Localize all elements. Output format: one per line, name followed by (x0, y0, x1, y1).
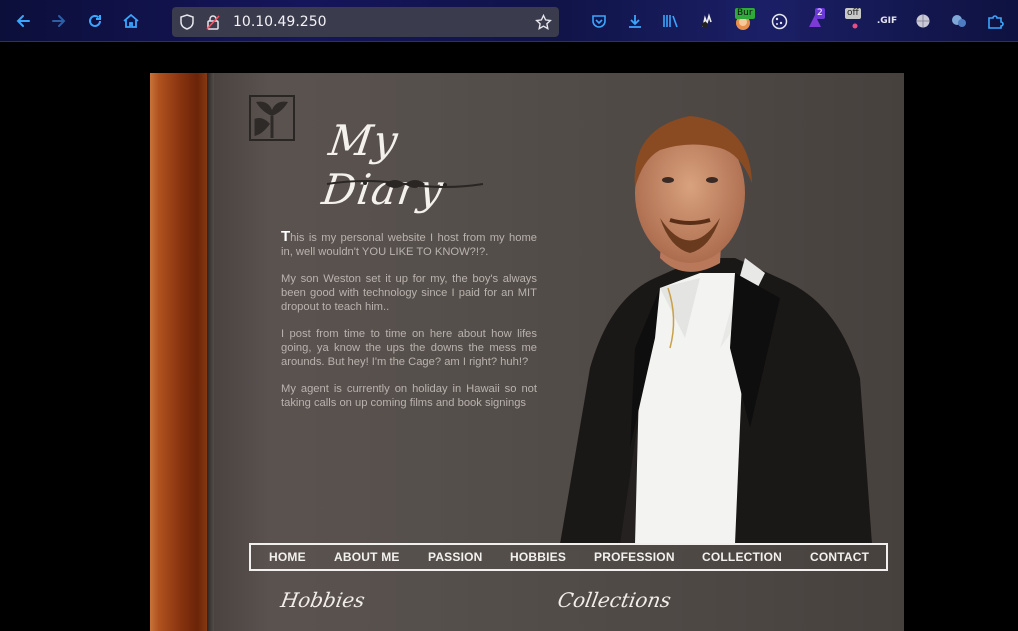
lock-insecure-icon[interactable] (204, 12, 222, 32)
extension-hand-icon[interactable] (697, 11, 717, 31)
intro-text: This is my personal website I host from … (281, 228, 537, 423)
hobbies-heading: Hobbies (278, 588, 367, 612)
shield-icon[interactable] (178, 12, 196, 32)
bookmark-star-icon[interactable] (534, 12, 552, 32)
off-toggle-extension-icon[interactable]: off (843, 8, 863, 31)
burp-badge: Bur (735, 8, 755, 19)
library-icon[interactable] (661, 11, 681, 31)
pocket-icon[interactable] (589, 11, 609, 31)
intro-p4: My agent is currently on holiday in Hawa… (281, 383, 537, 409)
home-icon[interactable] (119, 9, 143, 33)
intro-p2: My son Weston set it up for my, the boy'… (281, 273, 537, 313)
nav-home[interactable]: HOME (269, 550, 306, 564)
counter-badge: 2 (815, 8, 825, 19)
url-bar[interactable]: 10.10.49.250 (172, 7, 559, 37)
portrait-image (560, 116, 872, 544)
nav-contact[interactable]: CONTACT (810, 550, 869, 564)
wappalyzer-icon[interactable] (949, 11, 969, 31)
intro-p1: his is my personal website I host from m… (281, 232, 537, 258)
url-text[interactable]: 10.10.49.250 (233, 14, 327, 30)
gif-label: .GIF (876, 16, 898, 26)
dropcap: T (281, 228, 291, 245)
intro-paragraph: This is my personal website I host from … (281, 228, 537, 259)
reload-icon[interactable] (83, 9, 107, 33)
cookie-icon[interactable] (769, 11, 789, 31)
intro-p3: I post from time to time on here about h… (281, 328, 537, 368)
off-badge: off (845, 8, 861, 19)
burp-extension-icon[interactable]: Bur (733, 8, 755, 31)
gif-extension-icon[interactable]: .GIF (877, 11, 897, 31)
extensions-puzzle-icon[interactable] (985, 11, 1005, 31)
nav-passion[interactable]: PASSION (428, 550, 483, 564)
corner-ornament-icon (249, 95, 295, 141)
download-icon[interactable] (625, 11, 645, 31)
nav-collection[interactable]: COLLECTION (702, 550, 782, 564)
browser-toolbar: 10.10.49.250 Bur 2 off .GIF (0, 0, 1018, 42)
main-nav: HOME ABOUT ME PASSION HOBBIES PROFESSION… (249, 543, 888, 571)
book-spine (150, 73, 209, 631)
collections-heading: Collections (555, 588, 673, 612)
title-flourish-icon (326, 180, 484, 188)
site-title: My Diary (319, 116, 447, 214)
forward-icon[interactable] (47, 9, 71, 33)
back-icon[interactable] (11, 9, 35, 33)
purple-extension-icon[interactable]: 2 (805, 8, 825, 31)
globe-extension-icon[interactable] (913, 11, 933, 31)
nav-hobbies[interactable]: HOBBIES (510, 550, 566, 564)
nav-profession[interactable]: PROFESSION (594, 550, 675, 564)
nav-about-me[interactable]: ABOUT ME (334, 550, 400, 564)
